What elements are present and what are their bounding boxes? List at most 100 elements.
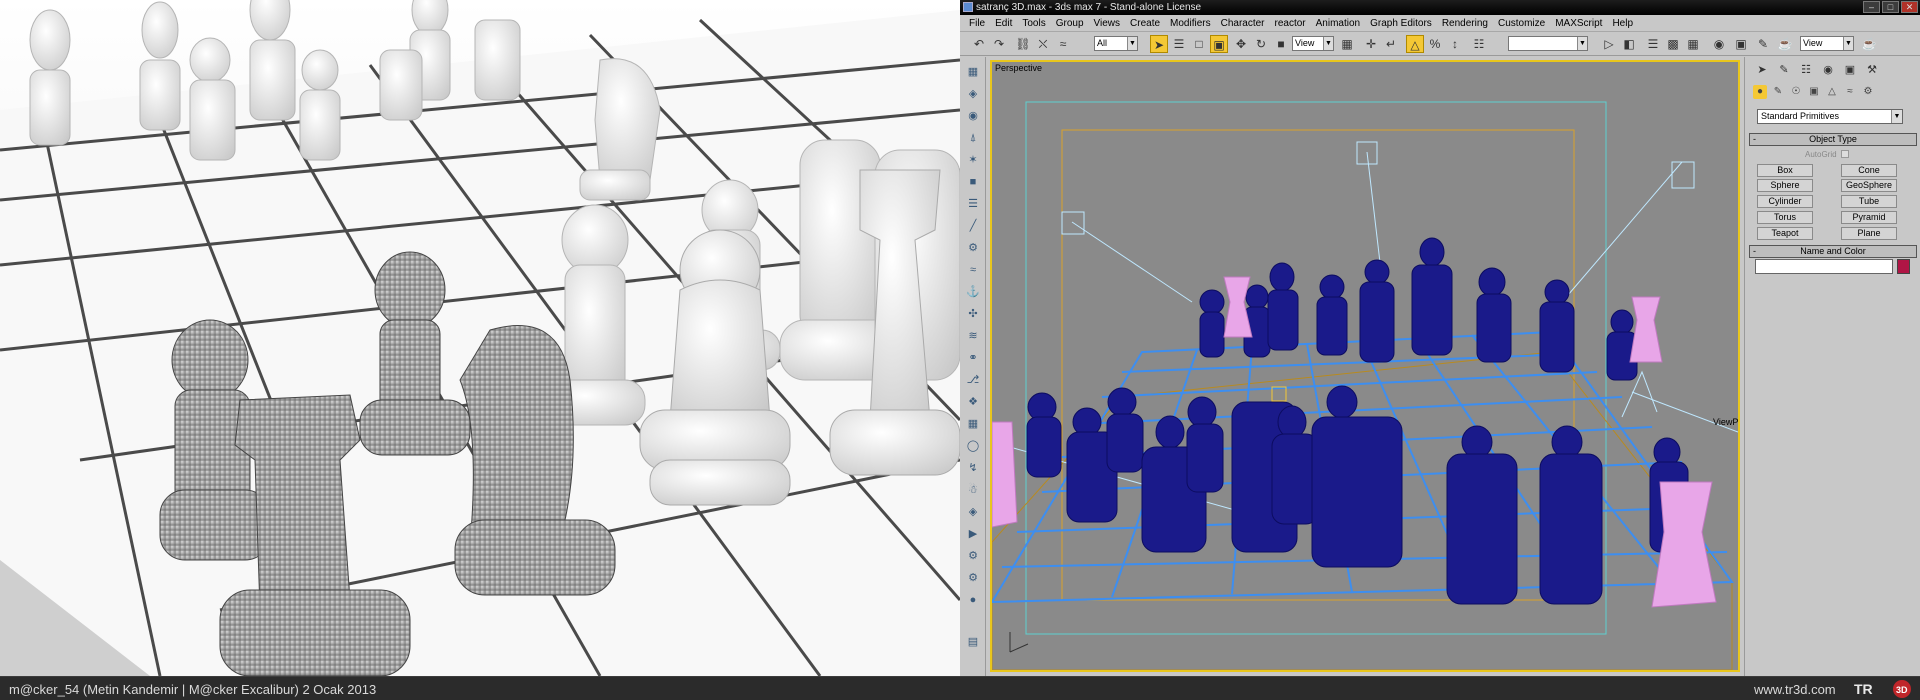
schematic-view-icon[interactable]: ▦: [1684, 35, 1702, 53]
curve-editor-icon[interactable]: ▩: [1664, 35, 1682, 53]
teapot-button[interactable]: Teapot: [1757, 227, 1813, 240]
cloth-icon[interactable]: ◈: [964, 85, 982, 103]
rect-selection-icon[interactable]: □: [1190, 35, 1208, 53]
hierarchy-tab-icon[interactable]: ☷: [1797, 61, 1815, 79]
menu-character[interactable]: Character: [1216, 15, 1270, 31]
modify-tab-icon[interactable]: ✎: [1775, 61, 1793, 79]
create-tab-icon[interactable]: ➤: [1753, 61, 1771, 79]
render-view-select[interactable]: View ▼: [1800, 36, 1854, 51]
tube-button[interactable]: Tube: [1841, 195, 1897, 208]
pyramid-button[interactable]: Pyramid: [1841, 211, 1897, 224]
box-button[interactable]: Box: [1757, 164, 1813, 177]
menu-customize[interactable]: Customize: [1493, 15, 1550, 31]
systems-icon[interactable]: ⚙: [1861, 85, 1875, 99]
rigid-body-icon[interactable]: ▦: [964, 63, 982, 81]
dashpot-icon[interactable]: ╱: [964, 217, 982, 235]
select-link-icon[interactable]: ⛓: [1014, 35, 1032, 53]
plane-button[interactable]: Plane: [1841, 227, 1897, 240]
menu-views[interactable]: Views: [1089, 15, 1126, 31]
angle-snap-icon[interactable]: △: [1406, 35, 1424, 53]
point-to-point-icon[interactable]: ❖: [964, 393, 982, 411]
car-wheel-icon[interactable]: ◯: [964, 437, 982, 455]
select-by-name-icon[interactable]: ☰: [1170, 35, 1188, 53]
layer-manager-icon[interactable]: ☰: [1644, 35, 1662, 53]
percent-snap-icon[interactable]: %: [1426, 35, 1444, 53]
bind-spacewarp-icon[interactable]: ≈: [1054, 35, 1072, 53]
menu-help[interactable]: Help: [1607, 15, 1638, 31]
material-editor-icon[interactable]: ◉: [1710, 35, 1728, 53]
geometry-icon[interactable]: ●: [1753, 85, 1767, 99]
geosphere-button[interactable]: GeoSphere: [1841, 179, 1897, 192]
object-name-input[interactable]: [1755, 259, 1893, 274]
align-icon[interactable]: ◧: [1620, 35, 1638, 53]
motor-icon[interactable]: ⚙: [964, 239, 982, 257]
helpers-icon[interactable]: △: [1825, 85, 1839, 99]
undo-icon[interactable]: ↶: [970, 35, 988, 53]
window-crossing-icon[interactable]: ▣: [1210, 35, 1228, 53]
cameras-icon[interactable]: ▣: [1807, 85, 1821, 99]
name-color-rollout[interactable]: - Name and Color: [1749, 245, 1917, 258]
property-editor-icon[interactable]: ▤: [964, 633, 982, 651]
teapot-render-icon[interactable]: ☕: [1776, 35, 1794, 53]
edit-named-selection-icon[interactable]: ☷: [1470, 35, 1488, 53]
site-link[interactable]: www.tr3d.com: [1754, 682, 1836, 697]
minimize-icon[interactable]: –: [1863, 1, 1880, 13]
deform-mesh-icon[interactable]: ✶: [964, 151, 982, 169]
water-icon[interactable]: ≋: [964, 327, 982, 345]
toy-car-icon[interactable]: ⚓: [964, 283, 982, 301]
select-move-icon[interactable]: ✥: [1232, 35, 1250, 53]
motion-tab-icon[interactable]: ◉: [1819, 61, 1837, 79]
plane-icon[interactable]: ■: [964, 173, 982, 191]
cone-button[interactable]: Cone: [1841, 164, 1897, 177]
rope-icon[interactable]: ⍋: [964, 129, 982, 147]
menu-edit[interactable]: Edit: [990, 15, 1017, 31]
hinge-icon[interactable]: ⎇: [964, 371, 982, 389]
fragment-icon[interactable]: ◈: [964, 503, 982, 521]
spring-icon[interactable]: ☰: [964, 195, 982, 213]
softbody-icon[interactable]: ◉: [964, 107, 982, 125]
constraint-solver-icon[interactable]: ⚭: [964, 349, 982, 367]
object-type-rollout[interactable]: - Object Type: [1749, 133, 1917, 146]
prismatic-icon[interactable]: ▦: [964, 415, 982, 433]
lights-icon[interactable]: ☉: [1789, 85, 1803, 99]
named-selection-select[interactable]: ▼: [1508, 36, 1588, 51]
utilities-tab-icon[interactable]: ⚒: [1863, 61, 1881, 79]
select-manipulate-icon[interactable]: ✛: [1362, 35, 1380, 53]
spacewarps-icon[interactable]: ≈: [1843, 85, 1857, 99]
preview-icon[interactable]: ▶: [964, 525, 982, 543]
perspective-viewport[interactable]: Perspective ViewPl: [990, 60, 1740, 672]
shapes-icon[interactable]: ✎: [1771, 85, 1785, 99]
redo-icon[interactable]: ↷: [990, 35, 1008, 53]
fracture-icon[interactable]: ✣: [964, 305, 982, 323]
autogrid-checkbox[interactable]: AutoGrid: [1805, 150, 1849, 159]
object-color-swatch[interactable]: [1897, 259, 1910, 274]
active-shade-icon[interactable]: ☕: [1860, 35, 1878, 53]
menu-create[interactable]: Create: [1125, 15, 1165, 31]
quick-render-icon[interactable]: ✎: [1754, 35, 1772, 53]
ragdoll-icon[interactable]: ☃: [964, 481, 982, 499]
snap-toggle-icon[interactable]: ↵: [1382, 35, 1400, 53]
display-tab-icon[interactable]: ▣: [1841, 61, 1859, 79]
menu-reactor[interactable]: reactor: [1270, 15, 1311, 31]
menu-maxscript[interactable]: MAXScript: [1550, 15, 1607, 31]
selection-filter-select[interactable]: All ▼: [1094, 36, 1138, 51]
maximize-icon[interactable]: □: [1882, 1, 1899, 13]
stop-icon[interactable]: ●: [964, 591, 982, 609]
menu-graph-editors[interactable]: Graph Editors: [1365, 15, 1437, 31]
menu-tools[interactable]: Tools: [1017, 15, 1050, 31]
create-animation-icon[interactable]: ⚙: [964, 569, 982, 587]
spinner-snap-icon[interactable]: ↕: [1446, 35, 1464, 53]
wind-icon[interactable]: ≈: [964, 261, 982, 279]
sphere-button[interactable]: Sphere: [1757, 179, 1813, 192]
menu-modifiers[interactable]: Modifiers: [1165, 15, 1216, 31]
select-scale-icon[interactable]: ■: [1272, 35, 1290, 53]
mirror-icon[interactable]: ▷: [1600, 35, 1618, 53]
select-rotate-icon[interactable]: ↻: [1252, 35, 1270, 53]
point-to-path-icon[interactable]: ↯: [964, 459, 982, 477]
menu-group[interactable]: Group: [1051, 15, 1089, 31]
select-object-icon[interactable]: ➤: [1150, 35, 1168, 53]
torus-button[interactable]: Torus: [1757, 211, 1813, 224]
close-icon[interactable]: ✕: [1901, 1, 1918, 13]
render-scene-icon[interactable]: ▣: [1732, 35, 1750, 53]
ref-coord-select[interactable]: View ▼: [1292, 36, 1334, 51]
